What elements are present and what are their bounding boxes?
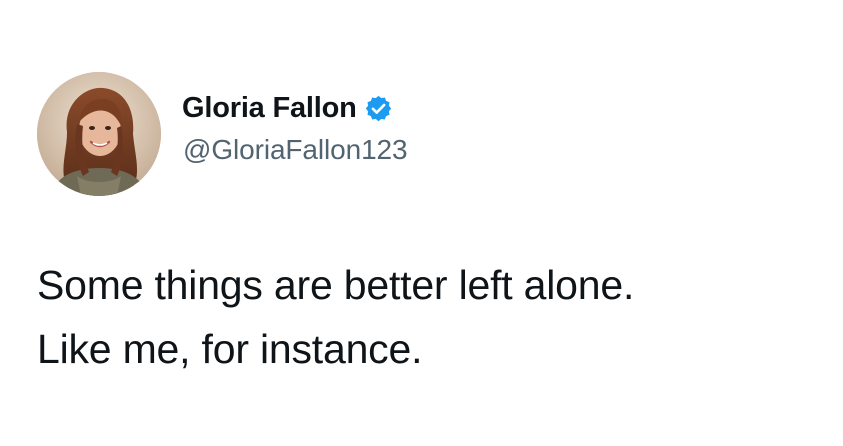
- tweet-text: Some things are better left alone. Like …: [37, 253, 827, 381]
- tweet-card: Gloria Fallon @GloriaFallon123 Some thin…: [0, 0, 843, 446]
- avatar[interactable]: [37, 72, 161, 196]
- tweet-text-line: Some things are better left alone.: [37, 262, 635, 308]
- profile-photo-icon: [37, 72, 161, 196]
- verified-badge-icon: [364, 94, 393, 123]
- author-name-row: Gloria Fallon: [182, 88, 393, 128]
- display-name[interactable]: Gloria Fallon: [182, 93, 357, 123]
- author-handle[interactable]: @GloriaFallon123: [183, 136, 408, 164]
- tweet-text-line: Like me, for instance.: [37, 326, 423, 372]
